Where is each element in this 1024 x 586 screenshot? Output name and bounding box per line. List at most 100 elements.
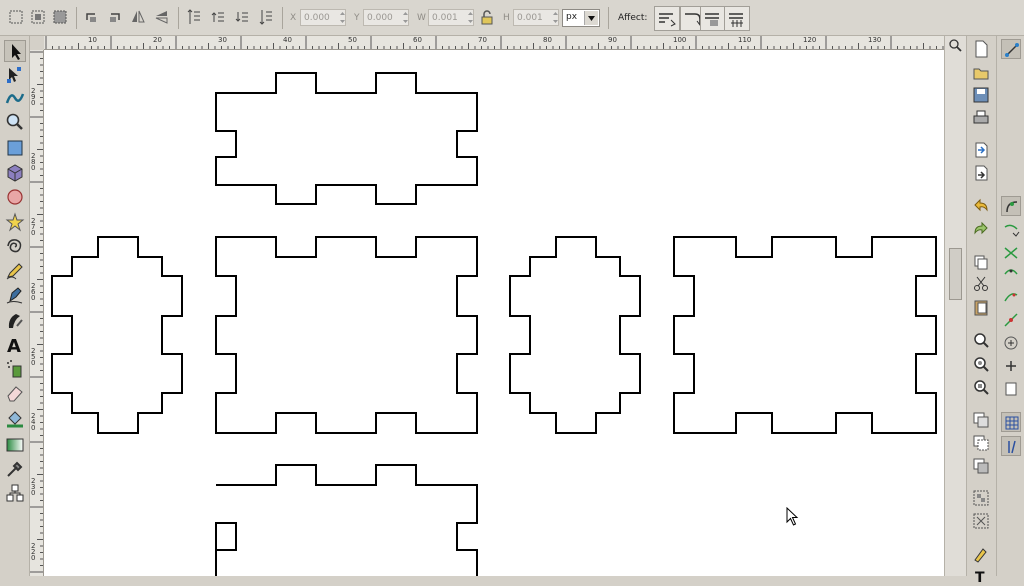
lower-to-bottom-icon[interactable]: [256, 7, 276, 27]
ruler-label: 240: [31, 412, 36, 432]
select-all-layers-icon[interactable]: [28, 7, 48, 27]
ruler-label: 270: [31, 217, 36, 237]
snap-rotation-center-icon[interactable]: [1001, 356, 1021, 376]
vertical-ruler[interactable]: 290 280 270 260 250 240 230 220: [30, 50, 44, 576]
clone-icon[interactable]: [971, 433, 991, 453]
ellipse-icon[interactable]: [4, 186, 26, 208]
calligraphy-icon[interactable]: [4, 310, 26, 332]
move-patterns-icon: [729, 13, 743, 27]
zoom-icon[interactable]: [4, 111, 26, 133]
rotate-ccw-icon[interactable]: [82, 7, 102, 27]
lower-icon[interactable]: [232, 7, 252, 27]
copy-icon[interactable]: [971, 252, 991, 272]
snap-smooth-nodes-icon[interactable]: [1001, 287, 1021, 307]
horizontal-ruler[interactable]: 10 20 30 40 50 60 70 80 90 100 110 120 1…: [44, 36, 944, 50]
ruler-label: 250: [31, 347, 36, 367]
box-side-right-panel[interactable]: [509, 236, 641, 434]
unlink-clone-icon[interactable]: [971, 456, 991, 476]
paint-bucket-icon[interactable]: [4, 408, 26, 430]
flip-horizontal-icon[interactable]: [128, 7, 148, 27]
ruler-label: 10: [88, 36, 97, 44]
lock-icon[interactable]: [477, 8, 497, 28]
text-font-icon[interactable]: T: [971, 566, 991, 586]
ruler-label: 230: [31, 477, 36, 497]
scrollbar-thumb[interactable]: [949, 248, 962, 300]
paste-icon[interactable]: [971, 297, 991, 317]
ruler-label: 80: [543, 36, 552, 44]
import-icon[interactable]: [971, 140, 991, 160]
pen-icon[interactable]: [4, 284, 26, 306]
box3d-icon[interactable]: [4, 161, 26, 183]
selector-arrow-icon[interactable]: [4, 40, 26, 62]
connector-icon[interactable]: [4, 482, 26, 504]
dropper-icon[interactable]: [4, 458, 26, 480]
snap-controls-bar: [996, 36, 1024, 576]
spray-icon[interactable]: [4, 358, 26, 380]
svg-text:T: T: [975, 570, 985, 586]
h-spinner-icon[interactable]: [551, 9, 560, 26]
fill-stroke-icon[interactable]: [971, 544, 991, 564]
box-back-panel[interactable]: [673, 236, 937, 434]
snap-midpoints-icon[interactable]: [1001, 310, 1021, 330]
star-icon[interactable]: [4, 211, 26, 233]
snap-grid-icon[interactable]: [1001, 412, 1021, 432]
undo-icon[interactable]: [971, 196, 991, 216]
box-bottom-panel[interactable]: [215, 464, 478, 576]
x-spinner-icon[interactable]: [338, 9, 347, 26]
box-side-left-panel[interactable]: [51, 236, 183, 434]
commands-bar: T: [966, 36, 996, 586]
ungroup-icon[interactable]: [971, 511, 991, 531]
rectangle-icon[interactable]: [4, 137, 26, 159]
pencil-icon[interactable]: [4, 260, 26, 282]
eraser-icon[interactable]: [4, 382, 26, 404]
gradient-icon[interactable]: [4, 434, 26, 456]
zoom-page-icon[interactable]: [971, 377, 991, 397]
raise-icon[interactable]: [208, 7, 228, 27]
snap-cusp-nodes-icon[interactable]: [1001, 264, 1021, 284]
text-icon[interactable]: A: [4, 334, 26, 356]
flip-vertical-icon[interactable]: [152, 7, 172, 27]
box-front-panel[interactable]: [215, 236, 478, 434]
zoom-selection-icon[interactable]: [971, 330, 991, 350]
export-icon[interactable]: [971, 163, 991, 183]
snap-bbox-icon[interactable]: [1001, 379, 1021, 399]
redo-icon[interactable]: [971, 219, 991, 239]
raise-to-top-icon[interactable]: [184, 7, 204, 27]
rotate-cw-icon[interactable]: [104, 7, 124, 27]
ruler-label: 20: [153, 36, 162, 44]
ruler-label: 220: [31, 542, 36, 562]
select-all-icon[interactable]: [6, 7, 26, 27]
box-lid-top-panel[interactable]: [215, 72, 478, 205]
group-icon[interactable]: [971, 488, 991, 508]
snap-guides-icon[interactable]: [1001, 436, 1021, 456]
ruler-label: 40: [283, 36, 292, 44]
affect-label: Affect:: [618, 13, 648, 23]
snap-nodes-icon[interactable]: [1001, 196, 1021, 216]
unit-select[interactable]: px: [562, 9, 600, 27]
tweak-icon[interactable]: [4, 86, 26, 108]
duplicate-icon[interactable]: [971, 410, 991, 430]
snap-intersections-icon[interactable]: [1001, 242, 1021, 262]
print-icon[interactable]: [971, 108, 991, 128]
spiral-icon[interactable]: [4, 236, 26, 258]
save-icon[interactable]: [971, 85, 991, 105]
invert-selection-icon[interactable]: [50, 7, 70, 27]
unit-value: px: [566, 12, 578, 22]
node-edit-icon[interactable]: [4, 64, 26, 86]
zoom-drawing-icon[interactable]: [971, 354, 991, 374]
move-gradients-button[interactable]: [700, 6, 726, 31]
snap-paths-icon[interactable]: [1001, 219, 1021, 239]
vertical-scrollbar[interactable]: [944, 36, 966, 576]
new-document-icon[interactable]: [971, 39, 991, 59]
move-patterns-button[interactable]: [724, 6, 750, 31]
zoom-corner-icon[interactable]: [948, 38, 963, 53]
cut-icon[interactable]: [971, 274, 991, 294]
y-spinner-icon[interactable]: [401, 9, 410, 26]
open-folder-icon[interactable]: [971, 63, 991, 83]
ruler-label: 120: [803, 36, 817, 44]
drawing-canvas[interactable]: [44, 50, 944, 576]
scale-stroke-button[interactable]: [654, 6, 680, 31]
enable-snapping-icon[interactable]: [1001, 39, 1021, 59]
w-spinner-icon[interactable]: [466, 9, 475, 26]
snap-object-centers-icon[interactable]: [1001, 333, 1021, 353]
